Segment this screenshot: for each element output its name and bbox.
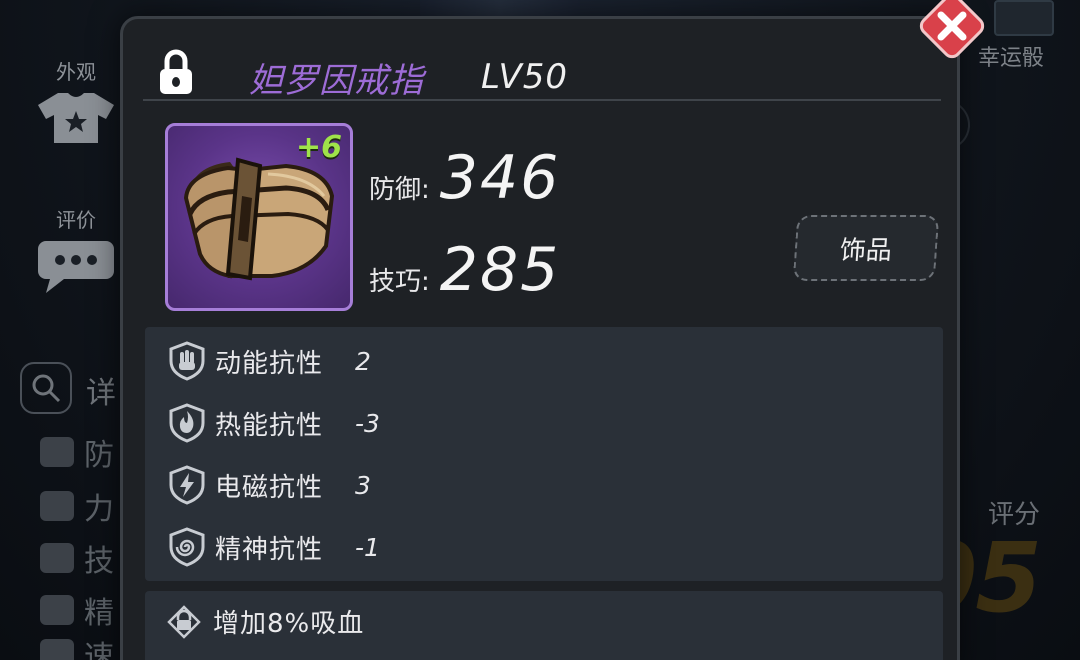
item-icon-frame: +6 bbox=[165, 123, 353, 311]
stat-label: 技巧: bbox=[369, 267, 430, 297]
appearance-button[interactable]: 外观 bbox=[36, 56, 116, 145]
resistance-label: 动能抗性 bbox=[215, 348, 324, 379]
resistance-value: 2 bbox=[355, 346, 371, 376]
magnifier-icon bbox=[32, 374, 61, 403]
stat-value: 285 bbox=[439, 235, 561, 305]
bg-stat-label: 力 bbox=[84, 492, 114, 527]
resistance-label: 热能抗性 bbox=[215, 410, 324, 441]
stat-label: 防御: bbox=[369, 175, 430, 205]
bg-stat-speed: 速 bbox=[40, 636, 120, 660]
item-name: 妲罗因戒指 bbox=[249, 61, 424, 101]
detail-search-button[interactable] bbox=[20, 362, 72, 414]
item-level: LV50 bbox=[481, 57, 568, 97]
lucky-dice-label: 幸运骰 bbox=[977, 46, 1044, 71]
chat-bubble-icon bbox=[38, 241, 114, 293]
close-x-icon[interactable] bbox=[918, 0, 986, 60]
review-button[interactable]: 评价 bbox=[36, 204, 116, 293]
thermal-flame-icon bbox=[169, 403, 205, 443]
review-label: 评价 bbox=[56, 208, 96, 232]
electromagnetic-bolt-icon bbox=[169, 465, 205, 505]
bonus-effects: 增加8%吸血 bbox=[145, 591, 943, 660]
tools-icon bbox=[40, 543, 74, 573]
bg-stat-label: 精 bbox=[84, 596, 114, 631]
list-item: 电磁抗性 3 bbox=[167, 465, 371, 505]
stat-value: 346 bbox=[439, 143, 561, 213]
bg-stat-label: 技 bbox=[84, 544, 114, 579]
resistance-list: 动能抗性 2 热能抗性 -3 电磁抗性 3 精神抗性 -1 bbox=[145, 327, 943, 581]
title-divider bbox=[143, 99, 941, 101]
bg-stat-label: 速 bbox=[84, 640, 114, 660]
mental-spiral-icon bbox=[169, 527, 205, 567]
bg-stat-spirit: 精 bbox=[40, 592, 120, 631]
lucky-dice-icon[interactable] bbox=[994, 0, 1054, 36]
detail-label: 详 bbox=[86, 376, 116, 411]
fist-icon bbox=[40, 491, 74, 521]
item-detail-panel: 妲罗因戒指 LV50 +6 防御: 346 技巧: 285 饰品 动能抗性 2 … bbox=[120, 16, 960, 660]
list-item: 动能抗性 2 bbox=[167, 341, 371, 381]
bg-stat-power: 力 bbox=[40, 488, 120, 527]
lifesteal-icon bbox=[167, 604, 201, 639]
bg-stat-label: 防 bbox=[84, 438, 114, 473]
stat-defense: 防御: 346 bbox=[369, 143, 560, 213]
resistance-value: 3 bbox=[355, 470, 371, 500]
enhance-level: +6 bbox=[295, 130, 342, 165]
kinetic-fist-icon bbox=[169, 341, 205, 381]
bg-stat-defense: 防 bbox=[40, 434, 120, 473]
head-icon bbox=[40, 595, 74, 625]
list-item: 热能抗性 -3 bbox=[167, 403, 380, 443]
bg-stat-skill: 技 bbox=[40, 540, 120, 579]
stat-skill: 技巧: 285 bbox=[369, 235, 560, 305]
resistance-label: 电磁抗性 bbox=[215, 472, 324, 503]
category-tag: 饰品 bbox=[792, 215, 940, 281]
resistance-value: -1 bbox=[355, 532, 380, 562]
list-item: 增加8%吸血 bbox=[167, 603, 364, 640]
lock-icon[interactable] bbox=[159, 49, 193, 95]
shirt-icon bbox=[38, 93, 114, 143]
resistance-value: -3 bbox=[355, 408, 380, 438]
bonus-text: 增加8%吸血 bbox=[213, 609, 365, 639]
list-item: 精神抗性 -1 bbox=[167, 527, 380, 567]
resistance-label: 精神抗性 bbox=[215, 534, 324, 565]
boot-icon bbox=[40, 639, 74, 660]
shield-icon bbox=[40, 437, 74, 467]
appearance-label: 外观 bbox=[56, 60, 96, 84]
